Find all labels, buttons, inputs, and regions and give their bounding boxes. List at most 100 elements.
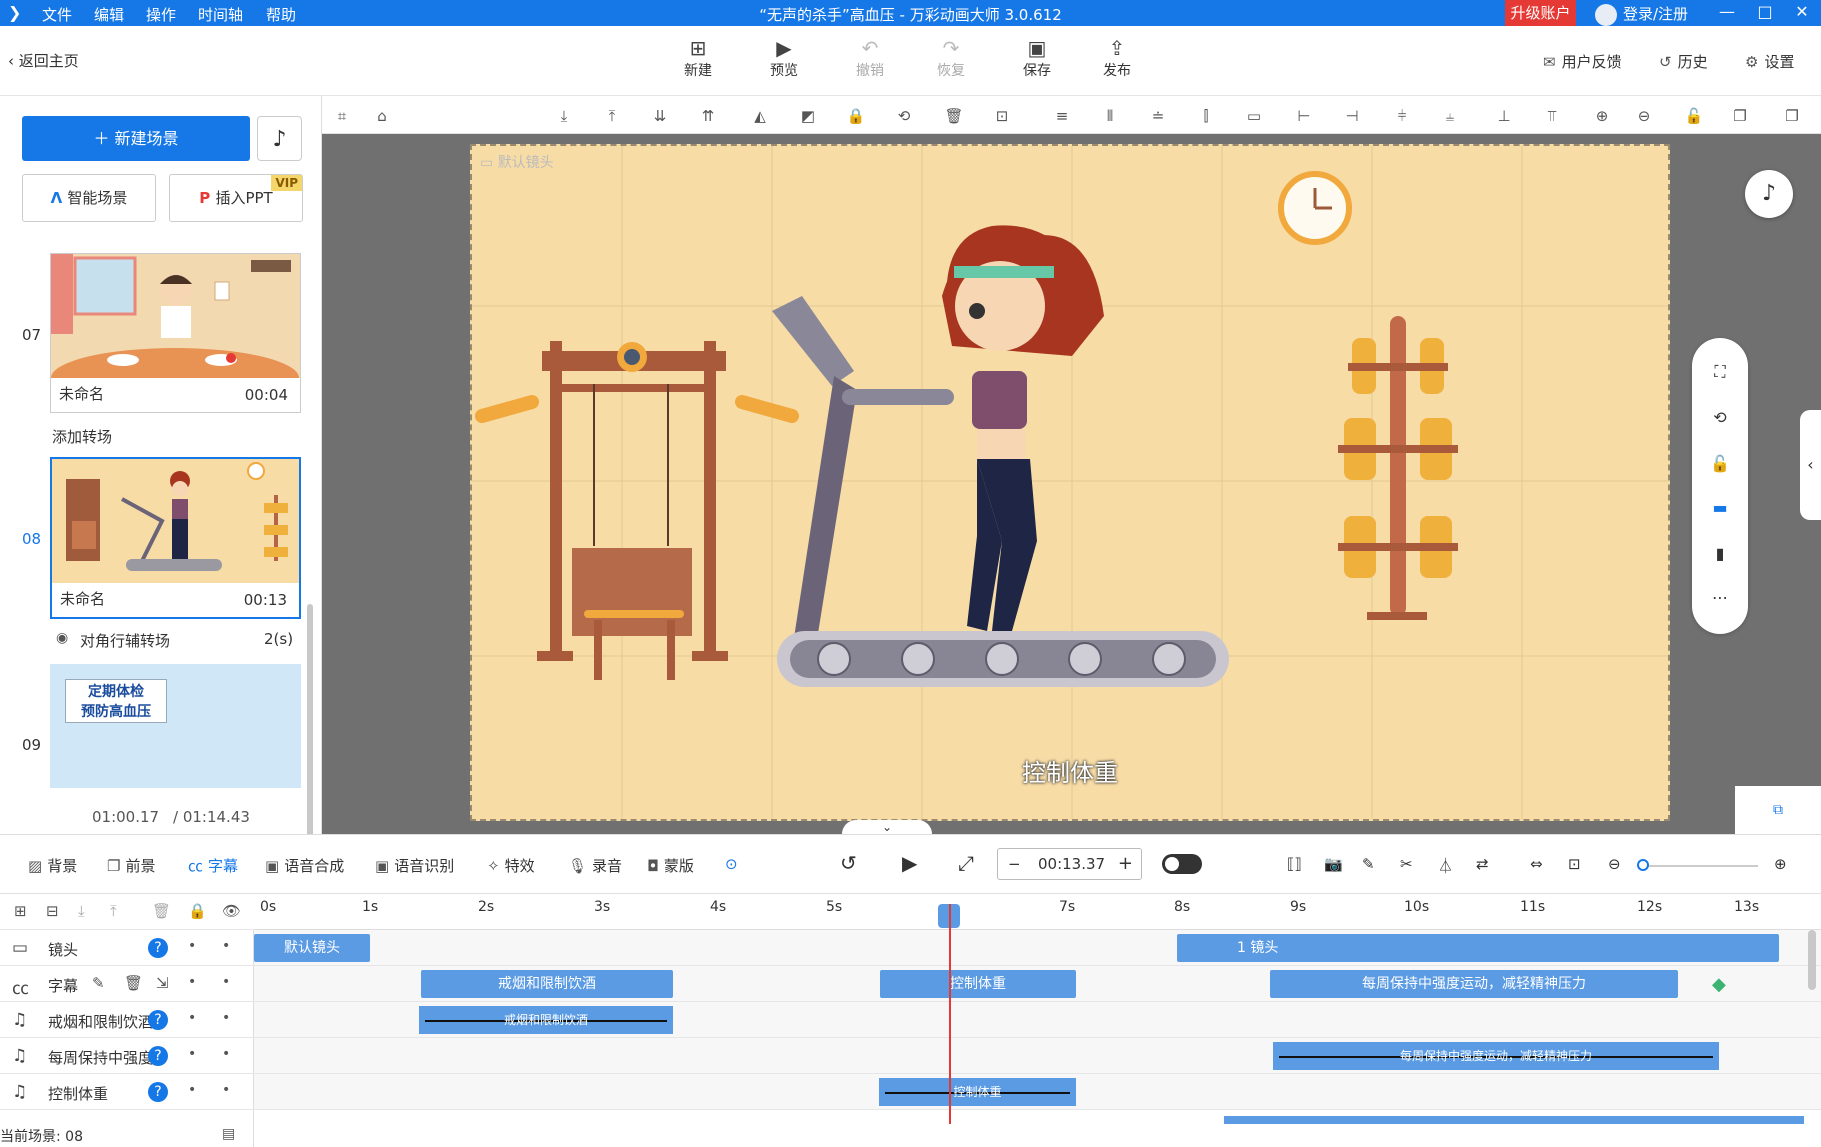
close-icon[interactable]: ✕	[1792, 2, 1812, 21]
adjust-icon[interactable]: ⇄	[1476, 855, 1489, 873]
dot-icon[interactable]: •	[222, 938, 230, 954]
toggle-switch[interactable]	[1162, 854, 1202, 874]
edit-tool-icon[interactable]: 🗑	[944, 106, 964, 126]
add-transition-link[interactable]: 添加转场	[52, 426, 112, 447]
publish-button[interactable]: ⇪ 发布	[1087, 36, 1147, 80]
lock-icon[interactable]: 🔒	[188, 902, 207, 920]
zoom-in-icon[interactable]: ⊕	[1774, 855, 1787, 873]
menu-edit[interactable]: 编辑	[94, 4, 124, 25]
edit-tool-icon[interactable]: 🔓	[1684, 106, 1704, 126]
zoom-out-icon[interactable]: ⊖	[1608, 855, 1621, 873]
tts-tool[interactable]: ▣ 语音合成	[265, 855, 344, 876]
edit-tool-icon[interactable]: ≡	[1052, 106, 1072, 126]
effects-tool[interactable]: ✧ 特效	[487, 855, 535, 876]
timeline-scrollbar[interactable]	[1808, 930, 1816, 990]
fullscreen-icon[interactable]: ⤢	[958, 851, 974, 875]
playhead[interactable]	[949, 904, 951, 1124]
track-header-audio[interactable]: ♫ 每周保持中强度运动? • •	[0, 1038, 254, 1074]
edit-tool-icon[interactable]: ⌂	[372, 106, 392, 126]
delete-icon[interactable]: 🗑	[152, 902, 171, 920]
edit-icon[interactable]: ✎	[92, 974, 105, 992]
dot-icon[interactable]: •	[222, 1046, 230, 1062]
unlock-icon[interactable]: 🔓	[1708, 452, 1732, 476]
help-icon[interactable]: ?	[148, 1046, 168, 1066]
music-button[interactable]: ♪	[257, 116, 302, 161]
play-icon[interactable]: ▶	[902, 851, 917, 875]
record-tool[interactable]: 🎙 录音	[568, 855, 622, 876]
edit-tool-icon[interactable]: ⫩	[1392, 106, 1412, 126]
audio-clip[interactable]: 每周保持中强度运动，减轻精神压力	[1273, 1042, 1719, 1070]
expand-width-icon[interactable]: ⇔	[1530, 855, 1543, 873]
edit-tool-icon[interactable]: ⊖	[1634, 106, 1654, 126]
edit-tool-icon[interactable]: ⟲	[894, 106, 914, 126]
visibility-icon[interactable]: 👁	[222, 902, 241, 920]
partial-clip[interactable]	[1224, 1116, 1804, 1124]
zoom-slider-handle[interactable]	[1637, 859, 1649, 871]
upgrade-button[interactable]: 升级账户	[1505, 0, 1576, 26]
edit-tool-icon[interactable]: ⌗	[332, 106, 352, 126]
edit-tool-icon[interactable]: ⤒	[602, 106, 622, 126]
minimap-button[interactable]: ⧉	[1735, 786, 1821, 834]
background-tool[interactable]: ▨ 背景	[28, 855, 77, 876]
camera-clip[interactable]: 1 镜头	[1177, 934, 1779, 962]
dot-icon[interactable]: •	[222, 974, 230, 990]
time-ruler[interactable]: 0s 1s 2s 3s 4s 5s 7s 8s 9s 10s 11s 12s 1…	[254, 894, 1821, 930]
mobile-icon[interactable]: ▮	[1708, 542, 1732, 566]
subtitle-clip[interactable]: 每周保持中强度运动，减轻精神压力	[1270, 970, 1678, 998]
dot-icon[interactable]: •	[188, 1082, 196, 1098]
stage-canvas[interactable]: ▭ 默认镜头 控制体重	[470, 144, 1670, 821]
edit-tool-icon[interactable]: ▭	[1244, 106, 1264, 126]
dot-icon[interactable]: •	[222, 1010, 230, 1026]
zoom-slider[interactable]	[1640, 865, 1758, 867]
history-button[interactable]: ↺ 历史	[1659, 51, 1708, 72]
track-header-camera[interactable]: ▭ 镜头? • •	[0, 930, 254, 966]
collapse-panel-button[interactable]: ‹	[1800, 410, 1821, 520]
scene-scrollbar[interactable]	[307, 604, 313, 860]
edit-tool-icon[interactable]: ⫪	[1542, 106, 1562, 126]
edit-tool-icon[interactable]: ≐	[1148, 106, 1168, 126]
new-button[interactable]: ⊞ 新建	[668, 36, 728, 80]
split-icon[interactable]: ✂	[1400, 855, 1413, 873]
dot-icon[interactable]: •	[188, 1046, 196, 1062]
back-home-button[interactable]: ‹ 返回主页	[8, 50, 79, 71]
more-tools-icon[interactable]: ⊙	[725, 855, 738, 873]
transition-name[interactable]: 对角行辅转场	[80, 630, 170, 651]
minimize-icon[interactable]: —	[1717, 2, 1737, 21]
rewind-icon[interactable]: ↺	[840, 851, 857, 875]
edit-tool-icon[interactable]: 🔒	[846, 106, 866, 126]
edit-tool-icon[interactable]: ⇊	[650, 106, 670, 126]
mask-tool[interactable]: ◘ 蒙版	[647, 855, 694, 876]
feedback-button[interactable]: ✉ 用户反馈	[1543, 51, 1622, 72]
speech-recognition-tool[interactable]: ▣ 语音识别	[375, 855, 454, 876]
play-circle-icon[interactable]: ◉	[56, 630, 68, 646]
edit-tool-icon[interactable]: ⊢	[1294, 106, 1314, 126]
stage-subtitle[interactable]: 控制体重	[472, 753, 1668, 788]
foreground-tool[interactable]: ❐ 前景	[107, 855, 155, 876]
add-keyframe-icon[interactable]: ◆	[1712, 974, 1726, 995]
add-folder-icon[interactable]: ⊞	[14, 902, 27, 920]
time-decrease-icon[interactable]: −	[1008, 849, 1021, 879]
menu-file[interactable]: 文件	[42, 4, 72, 25]
edit-tool-icon[interactable]: ❐	[1730, 106, 1750, 126]
expand-chevron-icon[interactable]: ⌄	[842, 820, 932, 834]
edit-tool-icon[interactable]: ⊕	[1592, 106, 1612, 126]
track-header-subtitle[interactable]: ㏄字幕 ✎ 🗑 ⇲ • •	[0, 966, 254, 1002]
delete-icon[interactable]: 🗑	[124, 974, 143, 992]
save-button[interactable]: ▣ 保存	[1007, 36, 1067, 80]
time-increase-icon[interactable]: +	[1118, 849, 1133, 879]
export-icon[interactable]: ⇲	[156, 974, 169, 992]
help-icon[interactable]: ?	[148, 1010, 168, 1030]
subtitle-clip[interactable]: 戒烟和限制饮酒	[421, 970, 673, 998]
scene-card[interactable]: 未命名 00:04	[50, 253, 301, 413]
help-icon[interactable]: ?	[148, 938, 168, 958]
camera-clip[interactable]: 默认镜头	[254, 934, 370, 962]
login-button[interactable]: 登录/注册	[1595, 3, 1688, 26]
rotate-icon[interactable]: ⟲	[1708, 406, 1732, 430]
edit-tool-icon[interactable]: ◩	[798, 106, 818, 126]
subtitle-clip[interactable]: 控制体重	[880, 970, 1076, 998]
subtitle-list-icon[interactable]: ▤	[222, 1126, 235, 1142]
time-stepper[interactable]: − 00:13.37 +	[997, 848, 1142, 880]
move-down-icon[interactable]: ⤓	[78, 902, 85, 920]
track-header-audio[interactable]: ♫ 控制体重? • •	[0, 1074, 254, 1110]
edit-tool-icon[interactable]: ⊣	[1342, 106, 1362, 126]
